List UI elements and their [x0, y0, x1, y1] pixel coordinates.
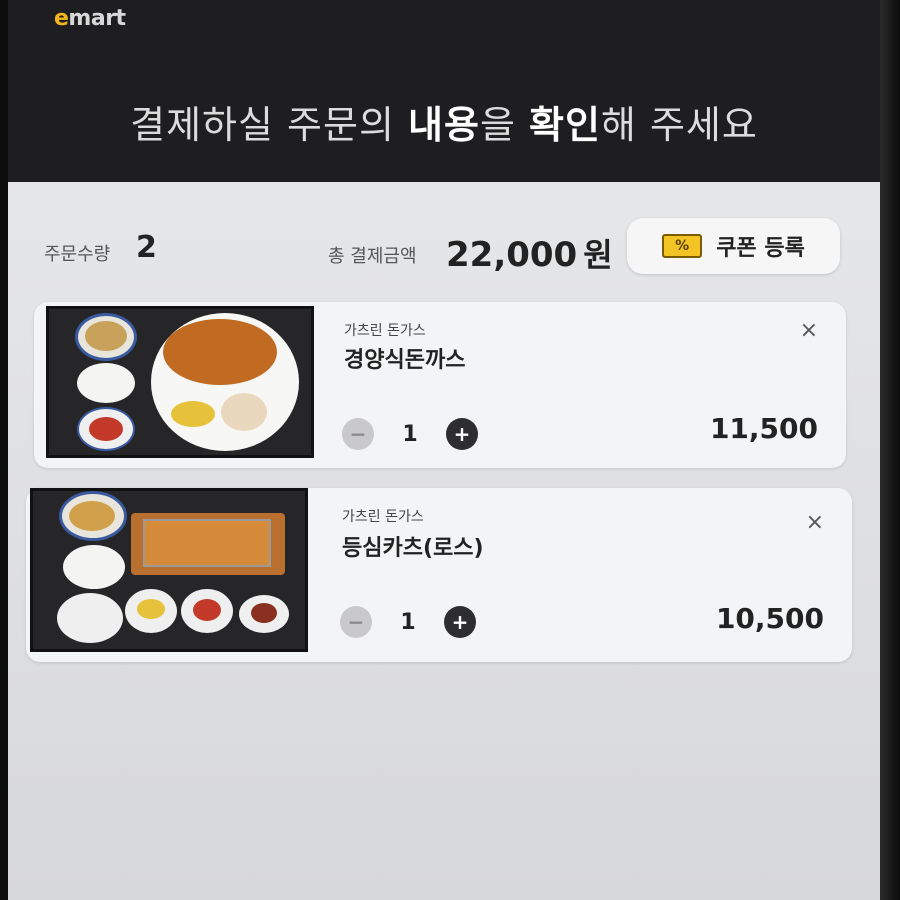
order-item-card: 가츠린 돈가스 등심카츠(로스) × − 1 + 10,500	[26, 488, 852, 662]
total-amount-label: 총 결제금액	[328, 246, 417, 267]
remove-item-icon[interactable]: ×	[806, 510, 824, 535]
coupon-icon: %	[662, 234, 703, 258]
item-quantity: 1	[402, 421, 418, 447]
coupon-button-label: 쿠폰 등록	[716, 236, 805, 261]
total-amount-value: 22,000 원	[446, 235, 613, 275]
item-name: 경양식돈까스	[344, 348, 466, 373]
order-qty-value: 2	[136, 230, 157, 265]
header-bar: emart 결제하실 주문의 내용을 확인해 주세요	[8, 0, 880, 182]
item-price: 11,500	[709, 412, 818, 445]
item-brand: 가츠린 돈가스	[344, 323, 426, 339]
loin-katsu-set-image	[30, 488, 308, 652]
coupon-register-button[interactable]: % 쿠폰 등록	[627, 218, 840, 274]
decrease-quantity-button[interactable]: −	[342, 418, 374, 450]
cutlet-set-image	[46, 306, 314, 458]
item-brand: 가츠린 돈가스	[342, 509, 424, 525]
order-summary: 주문수량 2 총 결제금액 22,000 원 % 쿠폰 등록	[44, 218, 844, 282]
remove-item-icon[interactable]: ×	[800, 318, 818, 343]
kiosk-screen: emart 결제하실 주문의 내용을 확인해 주세요 주문수량 2 총 결제금액…	[0, 0, 900, 900]
emart-logo: emart	[54, 6, 126, 31]
item-name: 등심카츠(로스)	[342, 536, 484, 561]
quantity-stepper: − 1 +	[340, 606, 476, 638]
device-bezel-left	[0, 0, 8, 900]
item-price: 10,500	[715, 602, 824, 635]
item-quantity: 1	[400, 609, 416, 635]
quantity-stepper: − 1 +	[342, 418, 478, 450]
increase-quantity-button[interactable]: +	[446, 418, 478, 450]
order-qty-label: 주문수량	[44, 244, 111, 265]
increase-quantity-button[interactable]: +	[444, 606, 476, 638]
decrease-quantity-button[interactable]: −	[340, 606, 372, 638]
device-bezel-right	[880, 0, 900, 900]
order-item-card: 가츠린 돈가스 경양식돈까스 × − 1 + 11,500	[34, 302, 846, 468]
page-title: 결제하실 주문의 내용을 확인해 주세요	[130, 103, 758, 147]
